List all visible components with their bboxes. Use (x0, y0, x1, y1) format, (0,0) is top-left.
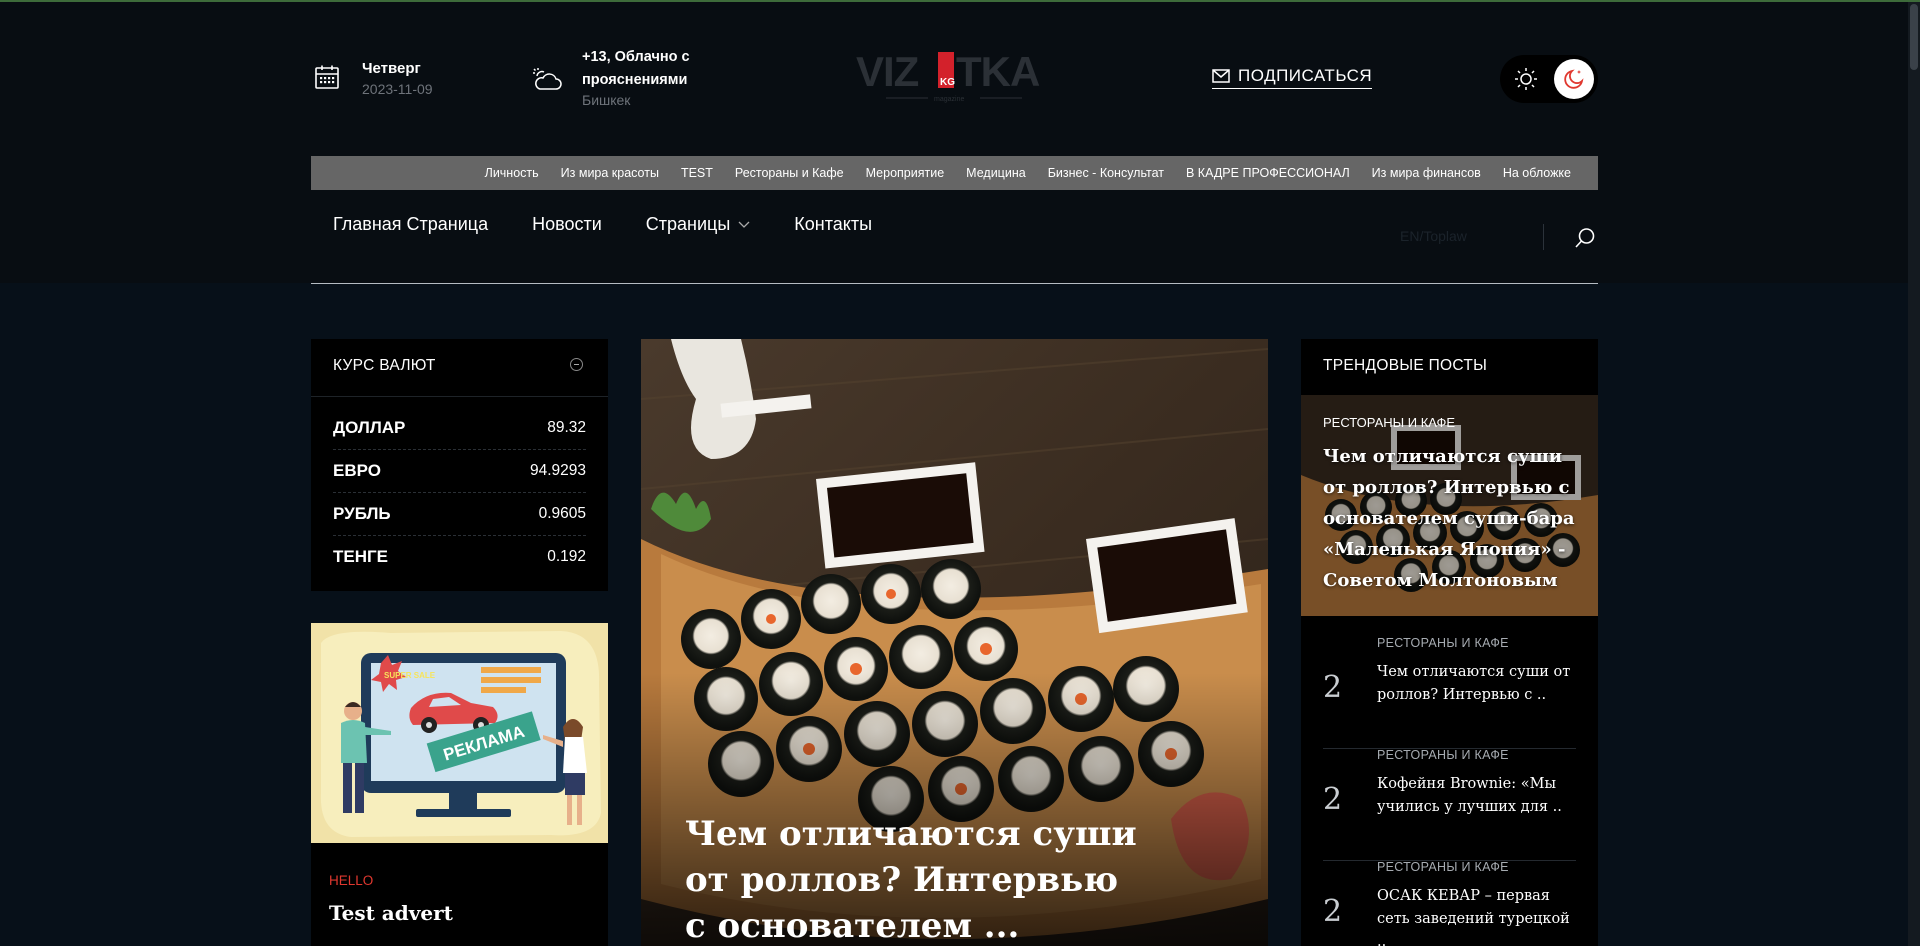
nav-item-pages[interactable]: Страницы (646, 214, 751, 235)
trending-item-category[interactable]: РЕСТОРАНЫ И КАФЕ (1377, 748, 1509, 762)
category-link[interactable]: Из мира финансов (1361, 166, 1492, 180)
weather-text: +13, Облачно с прояснениями (582, 49, 690, 88)
nav-divider (1543, 224, 1544, 250)
category-link[interactable]: Рестораны и Кафе (724, 166, 855, 180)
logo-badge: KG (940, 77, 955, 88)
currency-value: 0.192 (547, 547, 586, 565)
trending-item-title[interactable]: Чем отличаются суши от роллов? Интервью … (1377, 661, 1572, 707)
trending-item-category[interactable]: РЕСТОРАНЫ И КАФЕ (1377, 636, 1509, 650)
page-scrollbar[interactable] (1908, 2, 1920, 946)
trending-item-number: 2 (1323, 782, 1343, 817)
logo-text: VIZ (856, 50, 919, 95)
currency-row: ТЕНГЕ 0.192 (333, 535, 586, 578)
trending-featured-title[interactable]: Чем отличаются суши от роллов? Интервью … (1323, 441, 1585, 596)
trending-item-number: 2 (1323, 894, 1343, 929)
currency-name: ЕВРО (333, 460, 381, 480)
theme-toggle[interactable] (1500, 55, 1598, 103)
subscribe-label: ПОДПИСАТЬСЯ (1238, 66, 1373, 85)
site-logo[interactable]: VIZ KG TKA magazine (856, 48, 1052, 106)
scrollbar-thumb[interactable] (1910, 4, 1918, 70)
trending-item-title[interactable]: Кофейня Brownie: «Мы учились у лучших дл… (1377, 773, 1572, 819)
search-icon[interactable] (1574, 227, 1596, 249)
nav-item-home[interactable]: Главная Страница (333, 214, 488, 235)
site-header (0, 2, 1920, 283)
trending-title: ТРЕНДОВЫЕ ПОСТЫ (1323, 357, 1488, 374)
currency-row: РУБЛЬ 0.9605 (333, 492, 586, 536)
currency-value: 89.32 (547, 418, 586, 436)
category-link[interactable]: Личность (474, 166, 550, 180)
category-link[interactable]: Из мира красоты (550, 166, 670, 180)
trending-featured-category[interactable]: РЕСТОРАНЫ И КАФЕ (1323, 415, 1455, 430)
trending-featured[interactable]: РЕСТОРАНЫ И КАФЕ Чем отличаются суши от … (1301, 395, 1598, 616)
moon-icon[interactable] (1554, 59, 1594, 99)
date-value: 2023-11-09 (362, 81, 433, 97)
currency-value: 94.9293 (529, 461, 586, 479)
nav-item-news[interactable]: Новости (532, 214, 602, 235)
mail-icon (1212, 69, 1230, 83)
chevron-down-icon (738, 221, 750, 229)
advert-image: SUPER SALE РЕКЛАМА (311, 623, 608, 843)
trending-item[interactable]: 2 РЕСТОРАНЫ И КАФЕ ОСАК КЕВАР – первая с… (1323, 860, 1576, 946)
category-link[interactable]: На обложке (1492, 166, 1582, 180)
category-link[interactable]: Бизнес - Консультат (1037, 166, 1175, 180)
currency-value: 0.9605 (538, 504, 586, 522)
currency-row: ДОЛЛАР 89.32 (333, 406, 586, 450)
date-day: Четверг (362, 60, 421, 77)
trending-item[interactable]: 2 РЕСТОРАНЫ И КАФЕ Чем отличаются суши о… (1323, 636, 1576, 749)
nav-underline (311, 283, 1598, 284)
trending-widget: РЕСТОРАНЫ И КАФЕ Чем отличаются суши от … (1301, 339, 1598, 946)
nav-item-pages-label: Страницы (645, 214, 731, 234)
advert-title[interactable]: Test advert (329, 901, 453, 925)
trending-item-number: 2 (1323, 670, 1343, 705)
trending-item-category[interactable]: РЕСТОРАНЫ И КАФЕ (1377, 860, 1509, 874)
cloud-sun-icon (532, 67, 564, 93)
collapse-icon[interactable] (570, 358, 583, 371)
category-link[interactable]: Мероприятие (855, 166, 956, 180)
language-switcher[interactable]: EN/Toplaw (1400, 228, 1467, 244)
currency-name: ДОЛЛАР (333, 417, 406, 437)
nav-item-contacts[interactable]: Контакты (794, 214, 872, 235)
weather-city: Бишкек (582, 92, 631, 108)
currency-name: РУБЛЬ (333, 503, 391, 523)
category-link[interactable]: Медицина (955, 166, 1037, 180)
advert-category[interactable]: HELLO (329, 873, 373, 888)
logo-sub: magazine (934, 96, 964, 103)
advert-card[interactable]: SUPER SALE РЕКЛАМА (311, 623, 608, 946)
currency-divider (311, 396, 608, 397)
category-link[interactable]: В КАДРЕ ПРОФЕССИОНАЛ (1175, 166, 1361, 180)
currency-title: КУРС ВАЛЮТ (333, 357, 436, 374)
currency-row: ЕВРО 94.9293 (333, 449, 586, 493)
subscribe-button[interactable]: ПОДПИСАТЬСЯ (1212, 66, 1373, 89)
category-bar: Личность Из мира красоты TEST Рестораны … (311, 156, 1598, 190)
hero-post[interactable]: Чем отличаются суши от роллов? Интервью … (641, 339, 1268, 946)
currency-name: ТЕНГЕ (333, 546, 388, 566)
hero-title[interactable]: Чем отличаются суши от роллов? Интервью … (685, 811, 1145, 946)
sale-text: SUPER SALE (384, 671, 436, 680)
svg-text:TKA: TKA (956, 50, 1040, 95)
trending-item-title[interactable]: ОСАК КЕВАР – первая сеть заведений турец… (1377, 885, 1572, 946)
trending-item[interactable]: 2 РЕСТОРАНЫ И КАФЕ Кофейня Brownie: «Мы … (1323, 748, 1576, 861)
calendar-icon (314, 64, 340, 90)
main-nav: Главная Страница Новости Страницы Контак… (311, 214, 872, 235)
sun-icon[interactable] (1514, 67, 1538, 96)
category-link[interactable]: TEST (670, 166, 724, 180)
